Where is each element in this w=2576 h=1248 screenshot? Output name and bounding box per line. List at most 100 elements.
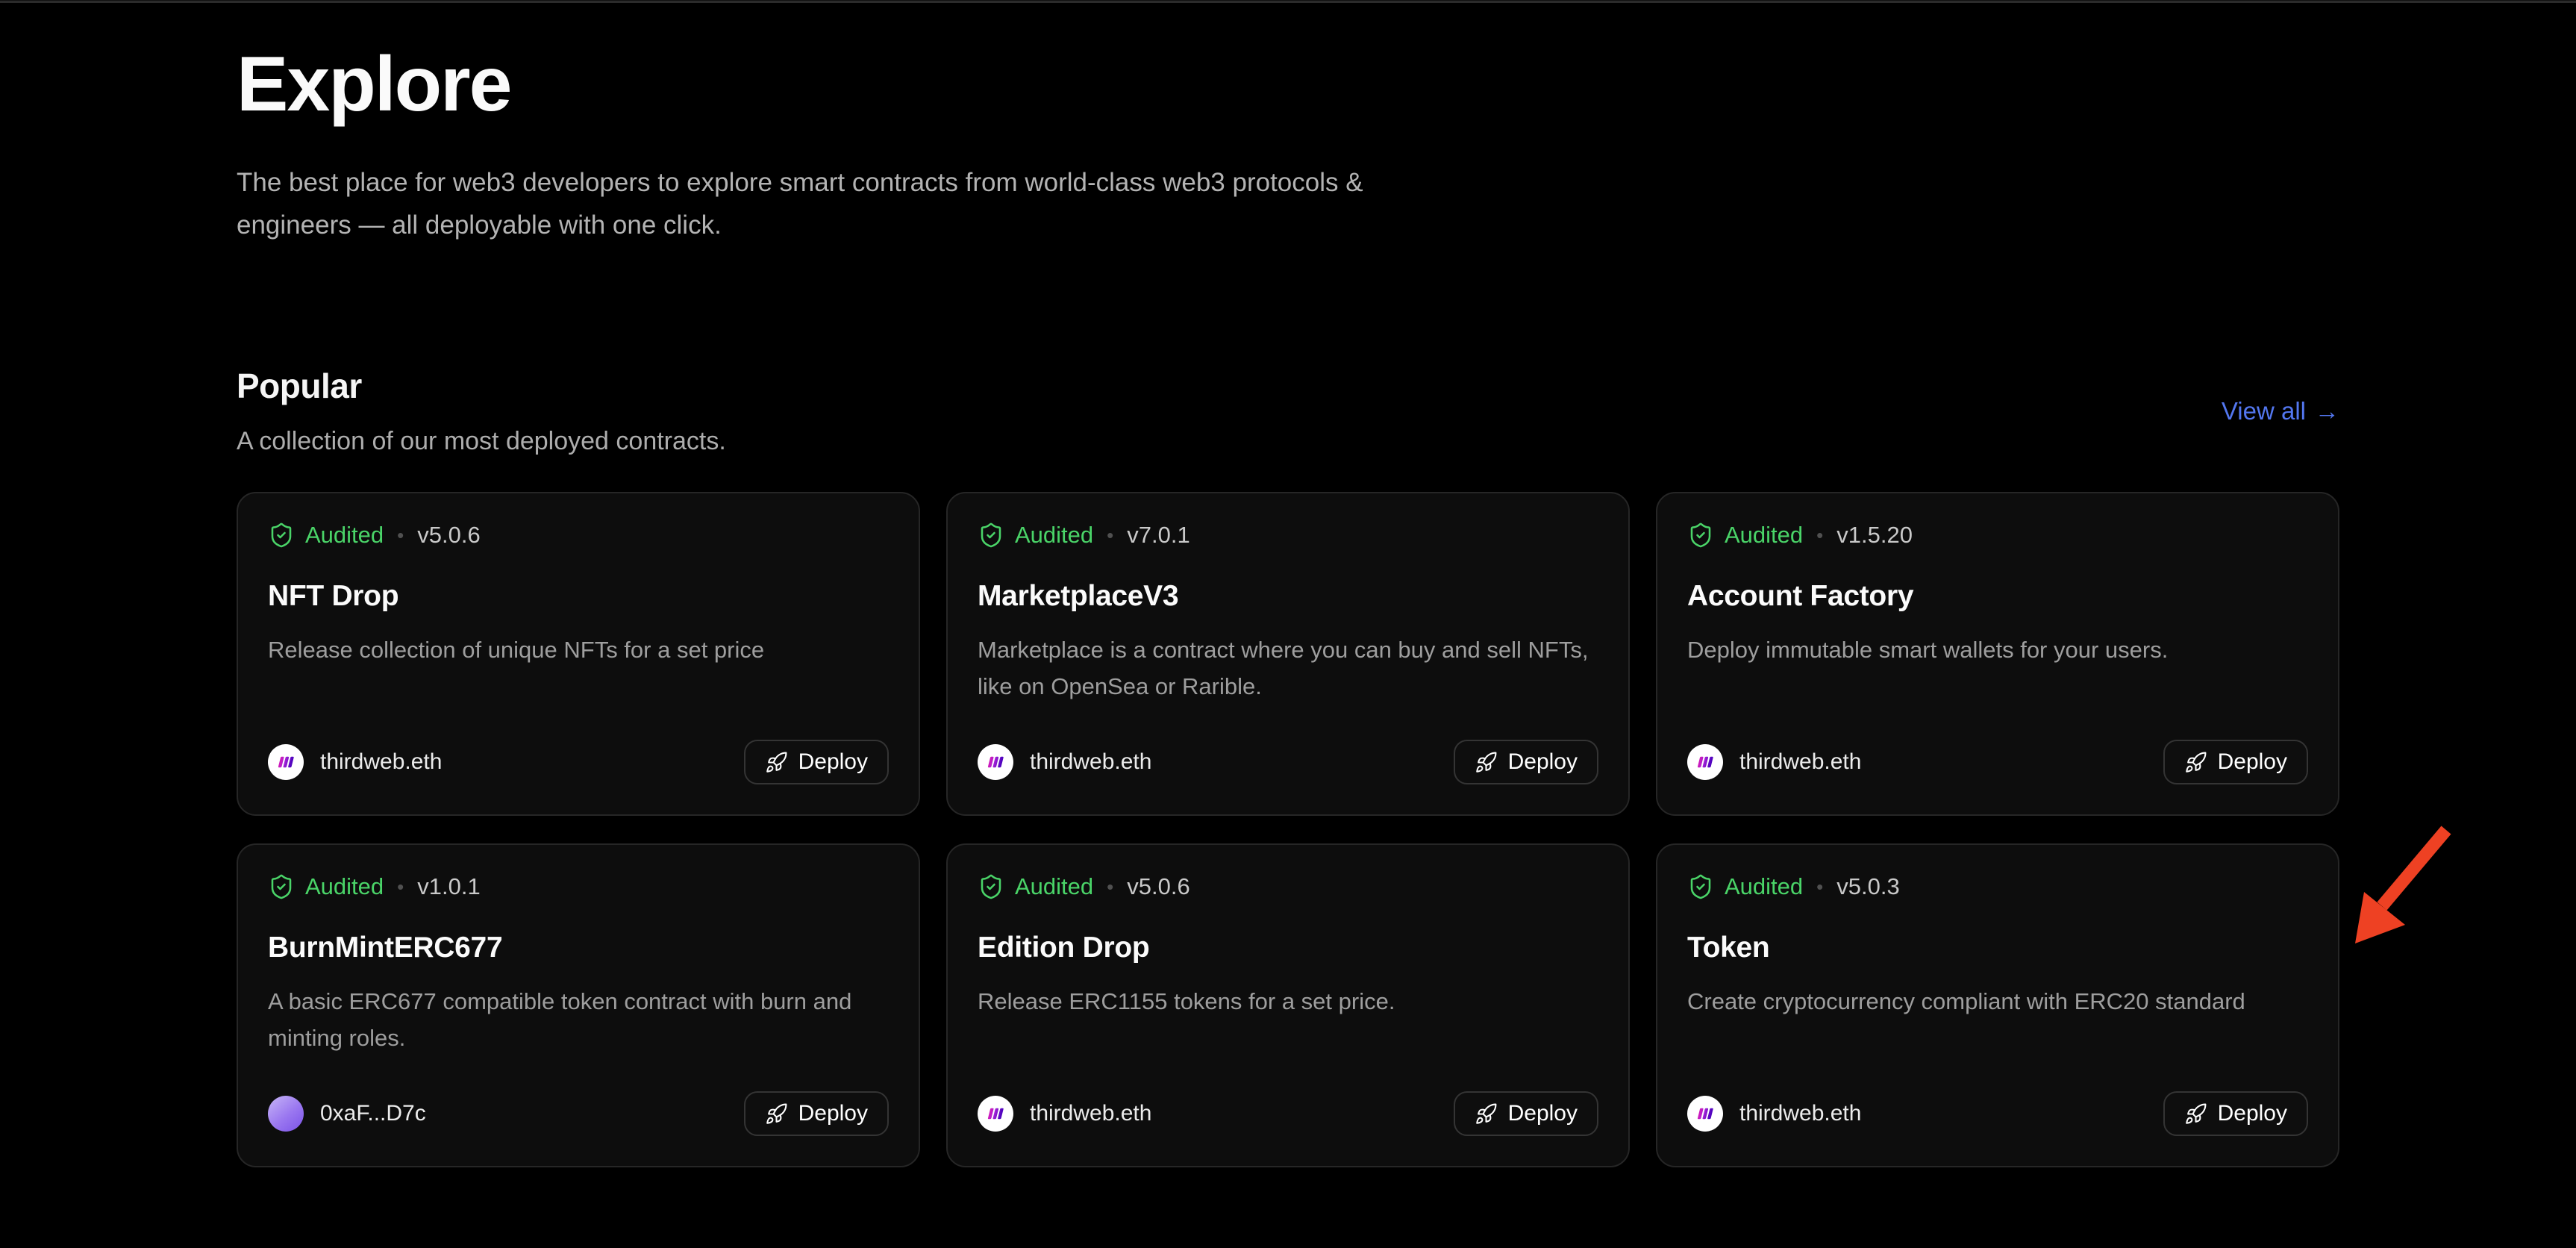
contract-version: v5.0.3 <box>1836 873 1899 900</box>
thirdweb-logo-icon <box>984 1102 1007 1125</box>
thirdweb-logo-icon <box>984 751 1007 773</box>
separator-dot: • <box>1813 524 1826 547</box>
contract-description: Deploy immutable smart wallets for your … <box>1687 632 2307 668</box>
deploy-button[interactable]: Deploy <box>1454 1091 1598 1136</box>
publisher-avatar[interactable] <box>268 744 304 780</box>
card-badge-row: Audited • v5.0.3 <box>1687 873 2308 900</box>
publisher-avatar[interactable] <box>1687 1096 1723 1132</box>
contract-version: v7.0.1 <box>1127 522 1189 549</box>
red-arrow-annotation <box>2337 821 2454 952</box>
deploy-label: Deploy <box>1508 749 1578 775</box>
audited-badge: Audited <box>1725 873 1803 900</box>
contract-name[interactable]: Account Factory <box>1687 580 2308 613</box>
contract-description: Release ERC1155 tokens for a set price. <box>978 984 1597 1020</box>
page-title: Explore <box>237 42 2339 127</box>
rocket-icon <box>2184 1102 2207 1126</box>
card-badge-row: Audited • v7.0.1 <box>978 522 1598 549</box>
shield-check-icon <box>268 873 295 900</box>
deploy-button[interactable]: Deploy <box>1454 740 1598 784</box>
deploy-label: Deploy <box>2218 1101 2287 1126</box>
publisher-avatar[interactable] <box>978 1096 1013 1132</box>
publisher-avatar[interactable] <box>268 1096 304 1132</box>
card-badge-row: Audited • v5.0.6 <box>978 873 1598 900</box>
audited-badge: Audited <box>1725 522 1803 549</box>
card-footer: thirdweb.eth Deploy <box>268 740 889 784</box>
deploy-label: Deploy <box>798 749 868 775</box>
popular-section-header: Popular A collection of our most deploye… <box>237 366 2339 456</box>
audited-badge: Audited <box>1015 522 1093 549</box>
contract-version: v1.0.1 <box>417 873 480 900</box>
popular-heading-block: Popular A collection of our most deploye… <box>237 366 726 456</box>
audited-badge: Audited <box>305 873 384 900</box>
publisher-avatar[interactable] <box>978 744 1013 780</box>
rocket-icon <box>1475 751 1498 774</box>
publisher-avatar[interactable] <box>1687 744 1723 780</box>
contract-card[interactable]: Audited • v1.0.1 BurnMintERC677 A basic … <box>237 843 920 1167</box>
contract-card[interactable]: Audited • v5.0.6 NFT Drop Release collec… <box>237 492 920 816</box>
card-footer: 0xaF...D7c Deploy <box>268 1091 889 1136</box>
contract-card[interactable]: Audited • v7.0.1 MarketplaceV3 Marketpla… <box>946 492 1630 816</box>
contract-card[interactable]: Audited • v5.0.6 Edition Drop Release ER… <box>946 843 1630 1167</box>
card-footer: thirdweb.eth Deploy <box>1687 740 2308 784</box>
shield-check-icon <box>978 873 1004 900</box>
contract-name[interactable]: Token <box>1687 932 2308 964</box>
card-badge-row: Audited • v1.0.1 <box>268 873 889 900</box>
publisher-name[interactable]: thirdweb.eth <box>1030 749 1151 775</box>
shield-check-icon <box>1687 522 1714 549</box>
contract-card[interactable]: Audited • v5.0.3 Token Create cryptocurr… <box>1656 843 2339 1167</box>
separator-dot: • <box>1813 876 1826 899</box>
thirdweb-logo-icon <box>275 751 297 773</box>
audited-badge: Audited <box>1015 873 1093 900</box>
publisher-name[interactable]: thirdweb.eth <box>320 749 442 775</box>
deploy-label: Deploy <box>798 1101 868 1126</box>
popular-subheading: A collection of our most deployed contra… <box>237 427 726 456</box>
rocket-icon <box>765 751 788 774</box>
contract-name[interactable]: Edition Drop <box>978 932 1598 964</box>
contract-description: Create cryptocurrency compliant with ERC… <box>1687 984 2307 1020</box>
cards-grid: Audited • v5.0.6 NFT Drop Release collec… <box>237 492 2339 1167</box>
contract-description: Marketplace is a contract where you can … <box>978 632 1597 704</box>
explore-page: Explore The best place for web3 develope… <box>237 3 2339 1167</box>
separator-dot: • <box>394 876 407 899</box>
contract-name[interactable]: MarketplaceV3 <box>978 580 1598 613</box>
deploy-button[interactable]: Deploy <box>744 1091 889 1136</box>
card-badge-row: Audited • v1.5.20 <box>1687 522 2308 549</box>
card-footer: thirdweb.eth Deploy <box>1687 1091 2308 1136</box>
contract-description: Release collection of unique NFTs for a … <box>268 632 887 668</box>
card-footer: thirdweb.eth Deploy <box>978 1091 1598 1136</box>
view-all-link[interactable]: View all → <box>2222 397 2339 425</box>
publisher-name[interactable]: thirdweb.eth <box>1739 1101 1861 1126</box>
deploy-label: Deploy <box>2218 749 2287 775</box>
contract-card[interactable]: Audited • v1.5.20 Account Factory Deploy… <box>1656 492 2339 816</box>
rocket-icon <box>765 1102 788 1126</box>
deploy-button[interactable]: Deploy <box>2163 1091 2308 1136</box>
shield-check-icon <box>978 522 1004 549</box>
shield-check-icon <box>1687 873 1714 900</box>
page-description: The best place for web3 developers to ex… <box>237 161 1363 246</box>
deploy-label: Deploy <box>1508 1101 1578 1126</box>
contract-version: v5.0.6 <box>1127 873 1189 900</box>
rocket-icon <box>2184 751 2207 774</box>
contract-name[interactable]: BurnMintERC677 <box>268 932 889 964</box>
contract-name[interactable]: NFT Drop <box>268 580 889 613</box>
contract-description: A basic ERC677 compatible token contract… <box>268 984 887 1055</box>
deploy-button[interactable]: Deploy <box>2163 740 2308 784</box>
shield-check-icon <box>268 522 295 549</box>
publisher-name[interactable]: 0xaF...D7c <box>320 1101 426 1126</box>
contract-version: v1.5.20 <box>1836 522 1913 549</box>
publisher-name[interactable]: thirdweb.eth <box>1739 749 1861 775</box>
popular-heading: Popular <box>237 366 726 406</box>
rocket-icon <box>1475 1102 1498 1126</box>
publisher-name[interactable]: thirdweb.eth <box>1030 1101 1151 1126</box>
card-badge-row: Audited • v5.0.6 <box>268 522 889 549</box>
arrow-right-icon: → <box>2315 397 2339 425</box>
audited-badge: Audited <box>305 522 384 549</box>
separator-dot: • <box>1104 524 1116 547</box>
card-footer: thirdweb.eth Deploy <box>978 740 1598 784</box>
view-all-label: View all <box>2222 397 2306 425</box>
thirdweb-logo-icon <box>1694 1102 1716 1125</box>
thirdweb-logo-icon <box>1694 751 1716 773</box>
deploy-button[interactable]: Deploy <box>744 740 889 784</box>
contract-version: v5.0.6 <box>417 522 480 549</box>
separator-dot: • <box>394 524 407 547</box>
